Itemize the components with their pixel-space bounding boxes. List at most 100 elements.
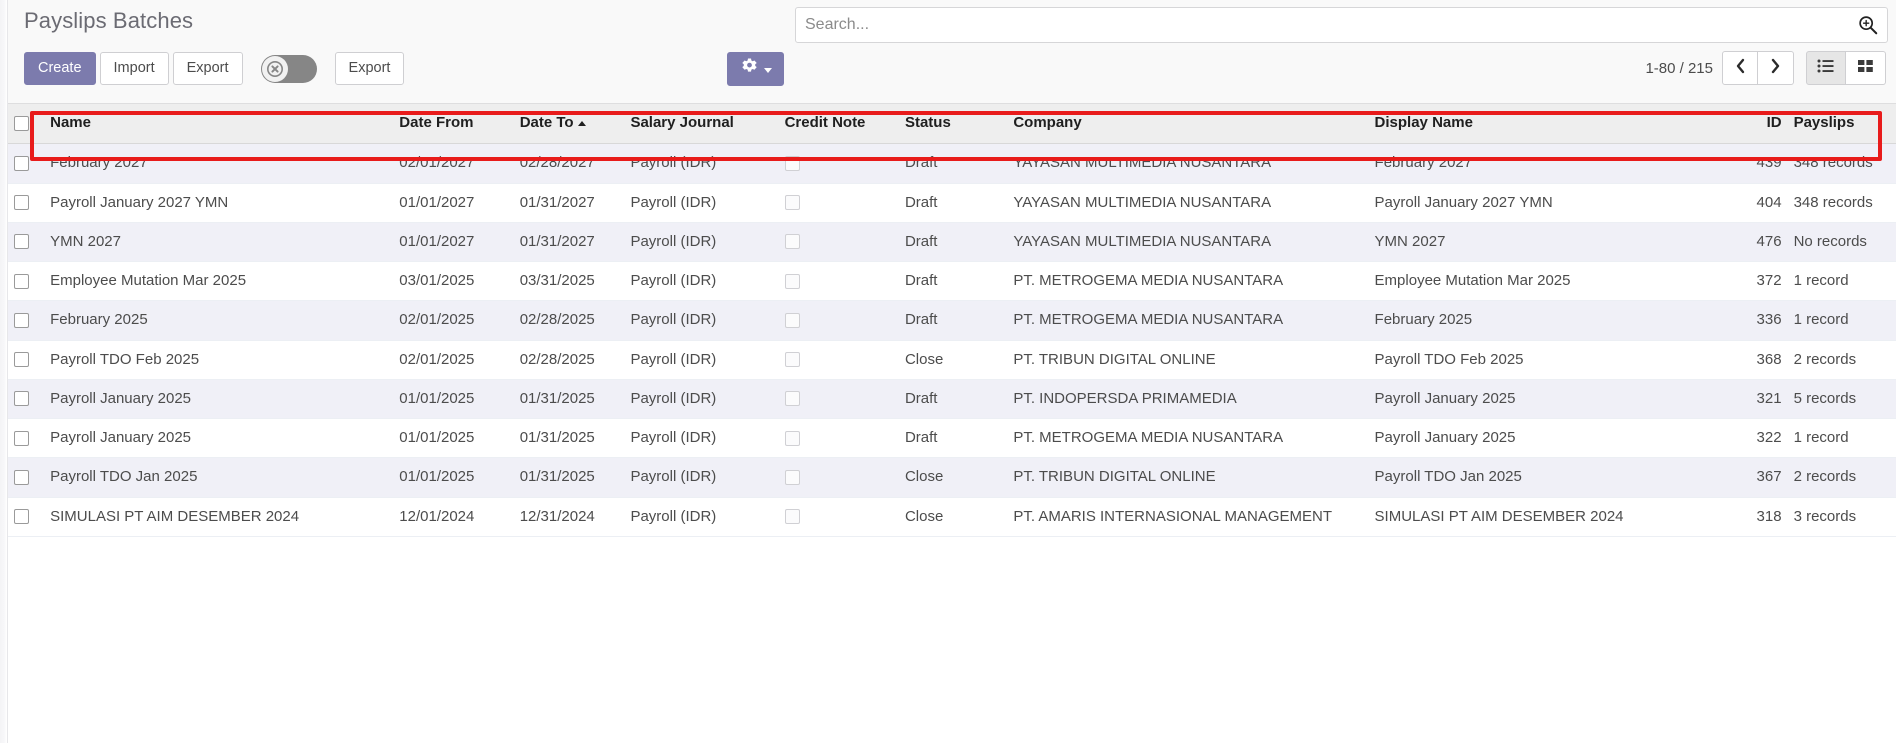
- row-select-cell[interactable]: [8, 143, 45, 184]
- credit-note-checkbox[interactable]: [784, 234, 800, 250]
- column-header-credit-note[interactable]: Credit Note: [778, 104, 899, 145]
- credit-note-checkbox[interactable]: [784, 312, 800, 328]
- column-header-date-from[interactable]: Date From: [393, 104, 514, 145]
- credit-note-checkbox[interactable]: [784, 195, 800, 211]
- cell-credit-note[interactable]: [778, 418, 899, 459]
- collapsed-sidebar-edge: [0, 0, 8, 743]
- view-switcher: [1806, 51, 1886, 85]
- view-switcher-list-button[interactable]: [1806, 51, 1846, 85]
- table-row[interactable]: YMN 2027 01/01/2027 01/31/2027 Payroll (IDR…: [8, 222, 1896, 263]
- cell-status: Draft: [898, 418, 1008, 459]
- row-select-checkbox[interactable]: [14, 273, 29, 289]
- cell-credit-note[interactable]: [778, 143, 899, 184]
- row-select-checkbox[interactable]: [14, 312, 29, 328]
- cell-credit-note[interactable]: [778, 261, 899, 302]
- search-bar[interactable]: [795, 7, 1888, 43]
- row-select-checkbox[interactable]: [14, 234, 29, 250]
- cell-date-from: 03/01/2025: [393, 261, 514, 302]
- credit-note-checkbox[interactable]: [784, 509, 800, 525]
- table-row[interactable]: Payroll January 2025 01/01/2025 01/31/2025…: [8, 379, 1896, 420]
- credit-note-checkbox[interactable]: [784, 155, 800, 171]
- cell-display-name: Payroll January 2025: [1368, 379, 1728, 420]
- cell-name: Payroll January 2025: [44, 418, 394, 459]
- credit-note-checkbox[interactable]: [784, 352, 800, 368]
- cell-company: PT. TRIBUN DIGITAL ONLINE: [1007, 340, 1369, 380]
- cell-payslips: 5 records: [1787, 379, 1896, 420]
- select-all-header-cell[interactable]: [8, 104, 45, 145]
- table-row[interactable]: Payroll January 2027 YMN 01/01/2027 01/31/…: [8, 183, 1896, 223]
- credit-note-checkbox[interactable]: [784, 273, 800, 289]
- row-select-checkbox[interactable]: [14, 509, 29, 525]
- row-select-cell[interactable]: [8, 300, 45, 341]
- cell-credit-note[interactable]: [778, 183, 899, 223]
- row-select-cell[interactable]: [8, 183, 45, 223]
- row-select-checkbox[interactable]: [14, 155, 29, 171]
- row-select-checkbox[interactable]: [14, 352, 29, 368]
- column-label-date-to: Date To: [519, 114, 574, 131]
- credit-note-checkbox[interactable]: [784, 391, 800, 407]
- table-row[interactable]: Employee Mutation Mar 2025 03/01/2025 03/3…: [8, 261, 1896, 302]
- create-button[interactable]: Create: [24, 52, 96, 85]
- table-row[interactable]: Payroll TDO Feb 2025 02/01/2025 02/28/2025…: [8, 340, 1896, 380]
- pager-previous-button[interactable]: [1722, 51, 1758, 85]
- cell-status: Draft: [898, 379, 1008, 420]
- search-input[interactable]: [796, 8, 1857, 42]
- cell-credit-note[interactable]: [778, 379, 899, 420]
- column-header-display-name[interactable]: Display Name: [1368, 104, 1728, 145]
- export-secondary-button[interactable]: Export: [334, 52, 405, 85]
- sort-ascending-icon: [577, 120, 586, 126]
- credit-note-checkbox[interactable]: [784, 469, 800, 485]
- column-header-date-to[interactable]: Date To: [513, 104, 625, 145]
- column-header-company[interactable]: Company: [1007, 104, 1369, 145]
- row-select-cell[interactable]: [8, 222, 45, 263]
- settings-dropdown-button[interactable]: [727, 52, 784, 86]
- discard-toggle[interactable]: [260, 54, 317, 83]
- row-select-cell[interactable]: [8, 418, 45, 459]
- column-header-id[interactable]: ID: [1727, 104, 1788, 145]
- cell-credit-note[interactable]: [778, 340, 899, 380]
- chevron-down-icon: [763, 67, 772, 73]
- pager-next-button[interactable]: [1758, 51, 1794, 85]
- cell-date-from: 01/01/2025: [393, 457, 514, 498]
- row-select-cell[interactable]: [8, 261, 45, 302]
- column-header-status[interactable]: Status: [898, 104, 1008, 145]
- table-row[interactable]: Payroll January 2025 01/01/2025 01/31/2025…: [8, 418, 1896, 459]
- x-circle-icon: [261, 55, 288, 82]
- table-row[interactable]: February 2025 02/01/2025 02/28/2025 Payroll…: [8, 300, 1896, 341]
- select-all-checkbox[interactable]: [14, 115, 29, 131]
- row-select-checkbox[interactable]: [14, 391, 29, 407]
- row-select-checkbox[interactable]: [14, 469, 29, 485]
- cell-display-name: February 2027: [1368, 143, 1728, 184]
- cell-salary-journal: Payroll (IDR): [624, 183, 779, 223]
- column-header-salary-journal[interactable]: Salary Journal: [624, 104, 779, 145]
- row-select-cell[interactable]: [8, 340, 45, 380]
- cell-credit-note[interactable]: [778, 497, 899, 537]
- row-select-checkbox[interactable]: [14, 195, 29, 211]
- cell-credit-note[interactable]: [778, 300, 899, 341]
- credit-note-checkbox[interactable]: [784, 430, 800, 446]
- column-label-name: Name: [50, 114, 91, 131]
- column-label-payslips: Payslips: [1793, 114, 1855, 131]
- column-header-payslips[interactable]: Payslips: [1787, 104, 1896, 145]
- column-header-name[interactable]: Name: [44, 104, 394, 145]
- view-switcher-kanban-button[interactable]: [1846, 51, 1886, 85]
- cell-id: 336: [1727, 300, 1788, 341]
- table-row[interactable]: February 2027 02/01/2027 02/28/2027 Payroll…: [8, 143, 1896, 184]
- import-button[interactable]: Import: [99, 52, 169, 85]
- cell-date-from: 12/01/2024: [393, 497, 514, 537]
- page-title: Payslips Batches: [24, 8, 194, 33]
- cell-company: YAYASAN MULTIMEDIA NUSANTARA: [1007, 183, 1369, 223]
- export-button[interactable]: Export: [172, 52, 243, 85]
- row-select-cell[interactable]: [8, 379, 45, 420]
- cell-name: Payroll January 2025: [44, 379, 394, 420]
- row-select-cell[interactable]: [8, 497, 45, 537]
- cell-id: 321: [1727, 379, 1788, 420]
- row-select-cell[interactable]: [8, 457, 45, 498]
- row-select-checkbox[interactable]: [14, 430, 29, 446]
- cell-name: February 2025: [44, 300, 394, 341]
- table-row[interactable]: Payroll TDO Jan 2025 01/01/2025 01/31/2025…: [8, 457, 1896, 498]
- table-row[interactable]: SIMULASI PT AIM DESEMBER 2024 12/01/2024 1…: [8, 497, 1896, 537]
- cell-credit-note[interactable]: [778, 222, 899, 263]
- cell-credit-note[interactable]: [778, 457, 899, 498]
- search-magnify-icon[interactable]: [1857, 14, 1887, 36]
